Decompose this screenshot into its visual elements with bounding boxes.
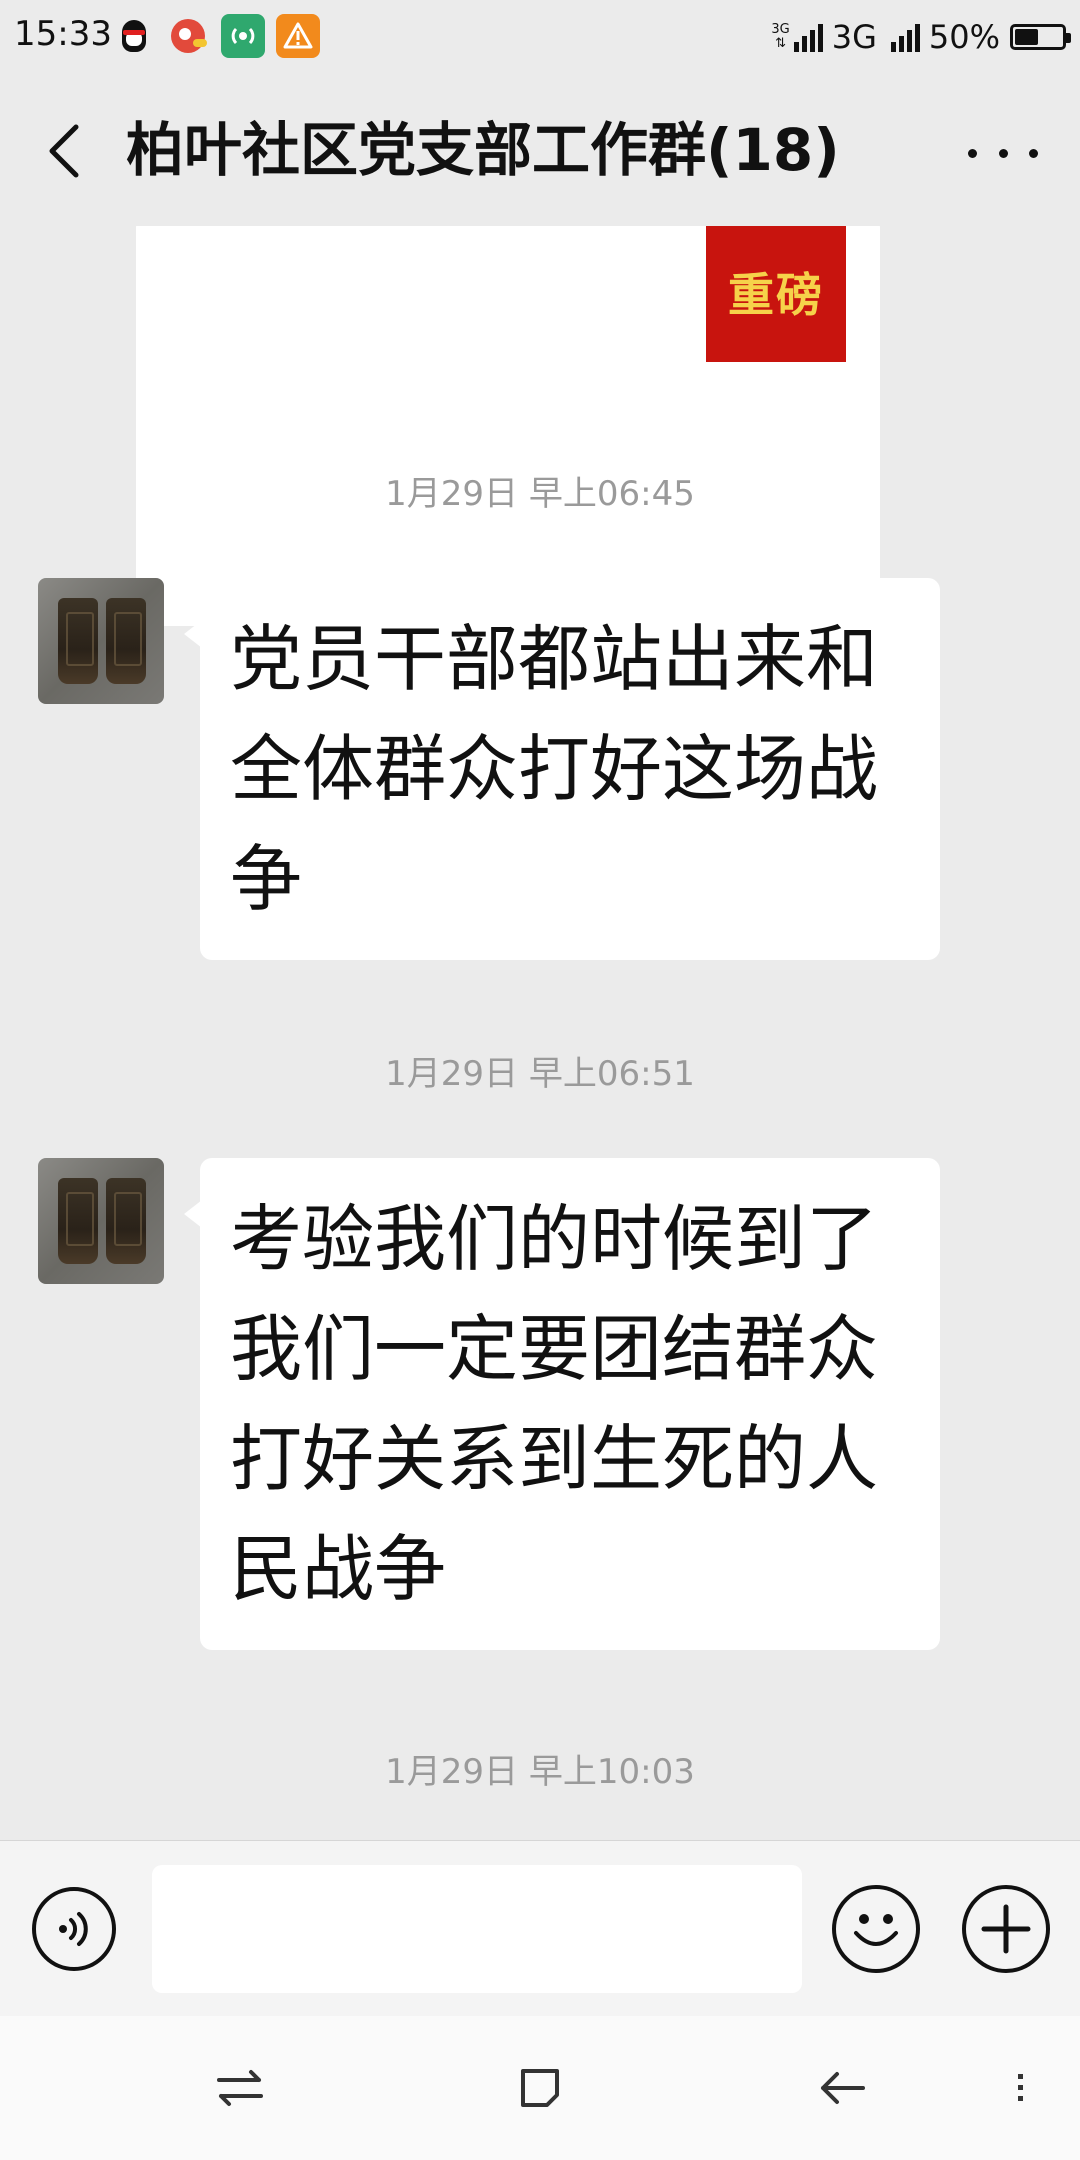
- message-timestamp: 1月29日 早上06:45: [385, 474, 695, 514]
- signal-bars-icon-2: [890, 22, 923, 52]
- more-functions-button[interactable]: [962, 1885, 1050, 1973]
- message-bubble[interactable]: 考验我们的时候到了我们一定要团结群众打好关系到生死的人民战争: [184, 1158, 940, 1650]
- warning-icon: [276, 14, 320, 58]
- battery-icon: [1010, 24, 1071, 50]
- more-dot-icon: [998, 148, 1008, 158]
- battery-percent: 50%: [928, 18, 1000, 56]
- data-arrows-icon: ⇅: [775, 36, 786, 51]
- article-cover-image: 重磅: [706, 226, 846, 362]
- more-dot-icon: [968, 148, 977, 158]
- status-time: 15:33: [14, 14, 112, 54]
- message-input[interactable]: [152, 1865, 802, 1993]
- home-button[interactable]: [510, 2058, 570, 2118]
- more-dot-icon: [1029, 148, 1038, 158]
- message-timestamp: 1月29日 早上06:51: [385, 1054, 695, 1094]
- system-navigation-bar: [0, 2016, 1080, 2160]
- shared-article-card[interactable]: 重磅: [136, 226, 880, 626]
- message-timestamp: 1月29日 早上10:03: [385, 1752, 695, 1792]
- smiley-icon: [854, 1914, 898, 1946]
- message-bubble[interactable]: 党员干部都站出来和全体群众打好这场战争: [184, 578, 940, 960]
- input-bar: [0, 1840, 1080, 2017]
- voice-input-button[interactable]: [32, 1887, 116, 1971]
- status-indicators: 3G ⇅ 3G 50%: [771, 12, 1071, 62]
- switch-apps-button[interactable]: [210, 2058, 270, 2118]
- chat-header: 柏叶社区党支部工作群(18): [0, 76, 1080, 227]
- signal-bars-icon: [793, 22, 826, 52]
- chevron-left-icon: [49, 124, 79, 178]
- network-type-small: 3G ⇅: [771, 23, 789, 51]
- menu-dots-icon: [1018, 2074, 1023, 2101]
- signal-app-icon: [221, 14, 265, 58]
- network-small-label: 3G: [771, 22, 790, 37]
- more-options-button[interactable]: [968, 128, 1038, 178]
- back-button[interactable]: [36, 116, 92, 186]
- avatar[interactable]: [38, 1158, 164, 1284]
- network-label: 3G: [831, 18, 877, 56]
- back-arrow-icon: [821, 2072, 865, 2104]
- article-cover-text: 重磅: [728, 268, 824, 322]
- menu-button[interactable]: [990, 2058, 1050, 2118]
- voice-icon: [59, 1912, 88, 1946]
- qq-icon: [112, 14, 156, 58]
- square-icon: [521, 2069, 559, 2107]
- status-bar: 15:33 3G ⇅ 3G 50%: [0, 0, 1080, 76]
- avatar[interactable]: [38, 578, 164, 704]
- switch-arrows-icon: [217, 2070, 263, 2106]
- chat-message-list[interactable]: 重磅 1月29日 早上06:45 党员干部都站出来和全体群众打好这场战争 1月2…: [0, 226, 1080, 1840]
- battery-fill: [1015, 29, 1038, 45]
- back-nav-button[interactable]: [812, 2058, 872, 2118]
- message-text: 考验我们的时候到了我们一定要团结群众打好关系到生死的人民战争: [230, 1197, 879, 1611]
- message-text: 党员干部都站出来和全体群众打好这场战争: [230, 617, 879, 921]
- chat-title: 柏叶社区党支部工作群(18): [126, 116, 840, 184]
- emoji-button[interactable]: [832, 1885, 920, 1973]
- plus-icon: [981, 1904, 1031, 1954]
- bird-icon: [166, 14, 210, 58]
